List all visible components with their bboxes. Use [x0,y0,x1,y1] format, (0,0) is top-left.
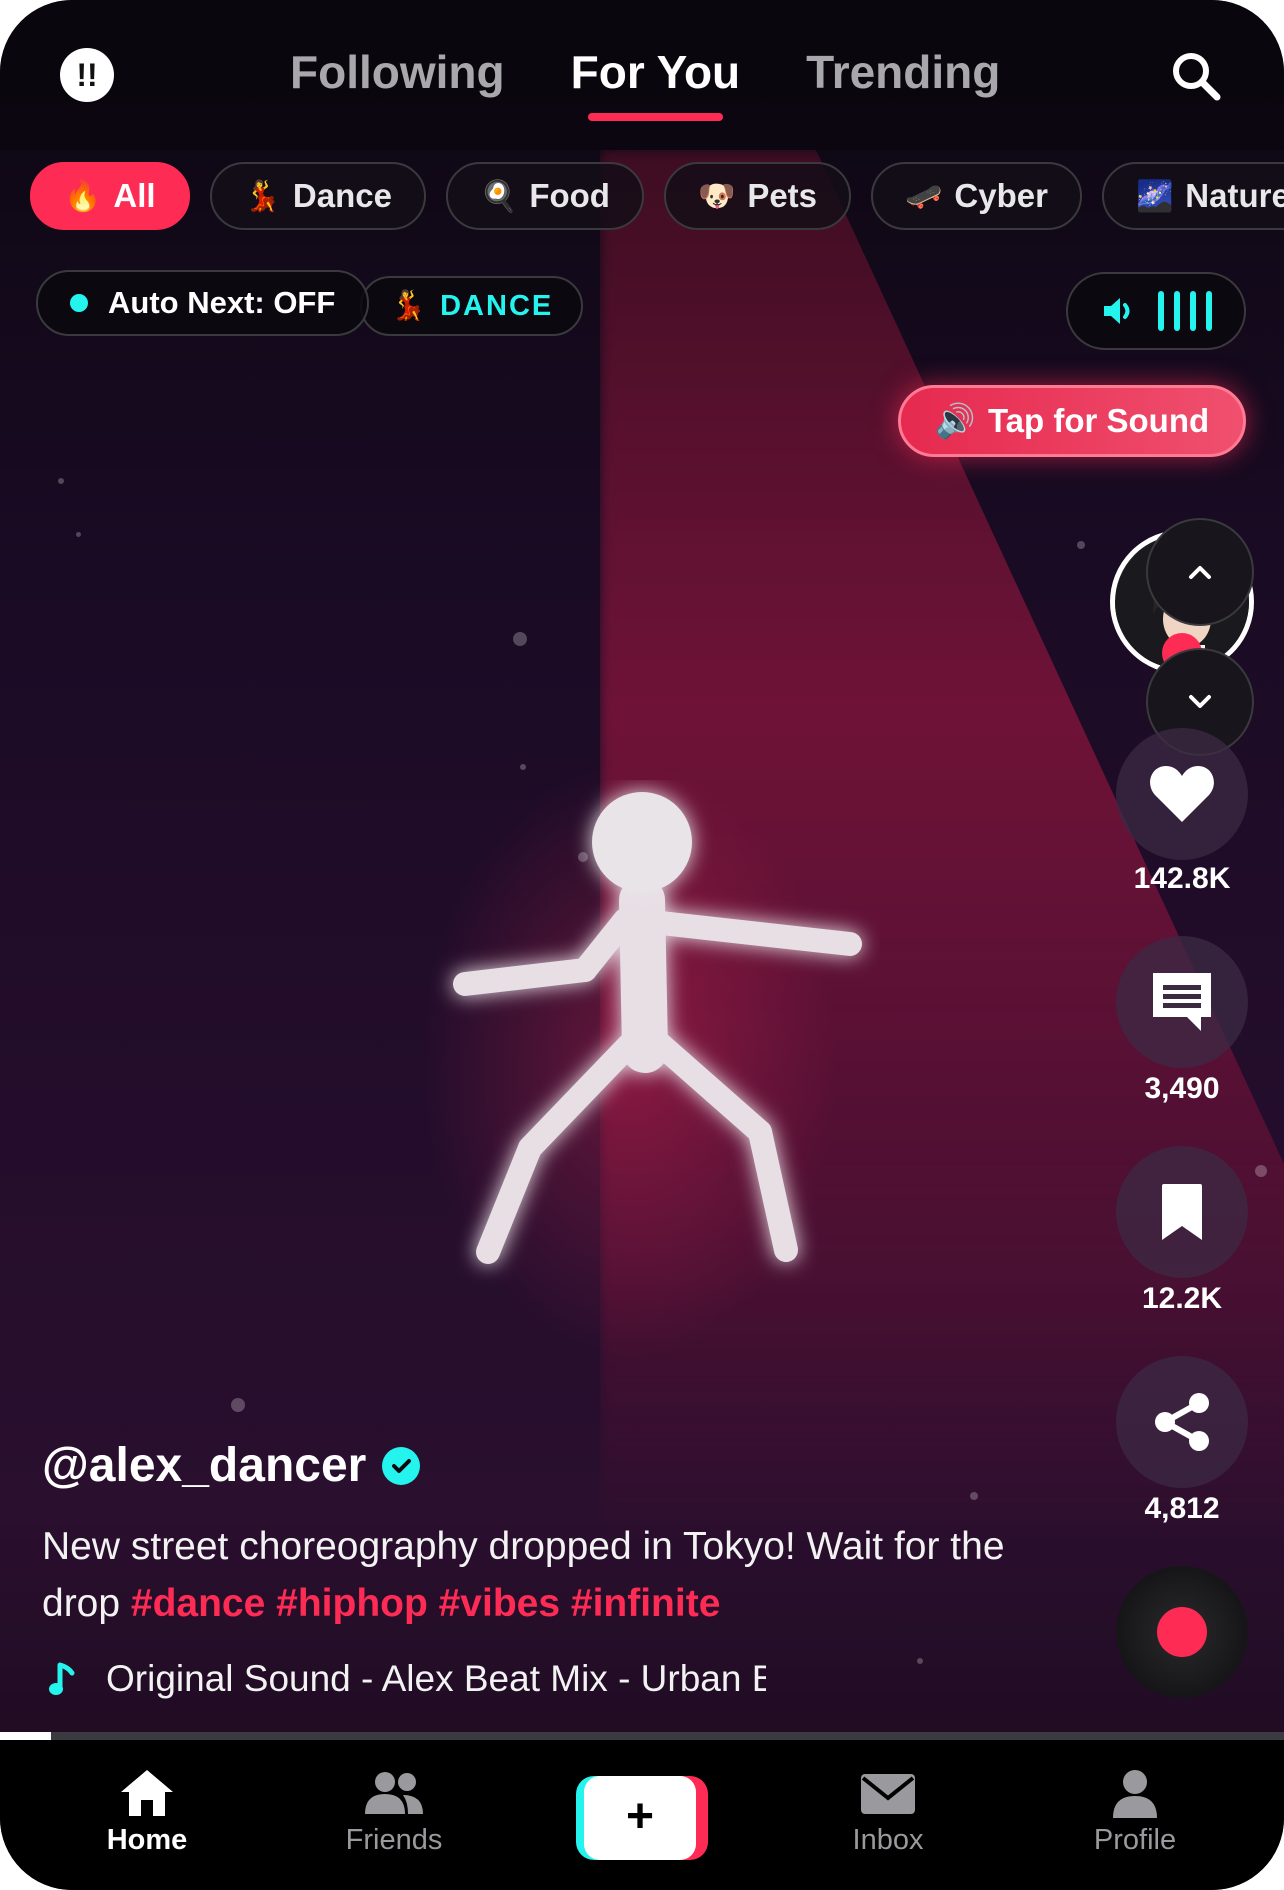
genre-label: DANCE [440,289,554,322]
dog-face-icon: 🐶 [697,179,736,213]
app-logo[interactable]: !! [60,48,114,102]
music-note-icon [49,1662,75,1695]
heart-icon [1150,766,1214,822]
shares-count: 4,812 [1144,1492,1220,1525]
sound-disc-button[interactable] [1116,1566,1248,1698]
tap-for-sound-button[interactable]: 🔊 Tap for Sound [898,385,1246,457]
chevron-up-icon [1189,566,1211,579]
skateboard-icon: 🛹 [905,179,943,213]
inbox-icon [861,1774,915,1814]
friends-icon [365,1772,423,1814]
particle [1077,541,1085,549]
galaxy-icon: 🌌 [1135,179,1174,213]
nav-profile[interactable]: Profile [1035,1768,1235,1857]
caption-hashtags[interactable]: #dance #hiphop #vibes #infinite [131,1582,720,1625]
dancer-icon: 💃 [390,290,429,322]
nav-inbox[interactable]: Inbox [788,1768,988,1857]
speaker-icon [1104,298,1130,324]
tab-for-you[interactable]: For You [571,45,740,121]
bookmark-icon [1162,1184,1202,1240]
nav-inbox-label: Inbox [852,1824,924,1856]
particle [970,1492,978,1500]
particle [58,478,64,484]
likes-count: 142.8K [1133,862,1231,895]
chip-label: Dance [292,177,392,214]
bookmark-button[interactable] [1116,1146,1248,1278]
chip-cyber[interactable]: 🛹 Cyber [871,162,1082,230]
nav-friends[interactable]: Friends [294,1768,494,1857]
particle [231,1398,245,1412]
record-disc-icon [1157,1607,1207,1657]
chip-label: Pets [747,177,818,214]
video-caption: New street choreography dropped in Tokyo… [42,1518,1022,1632]
volume-control[interactable] [1066,272,1246,350]
comments-count: 3,490 [1144,1072,1220,1105]
creator-username-row[interactable]: @alex_dancer [42,1438,421,1493]
status-dot-icon [70,294,88,312]
top-bar: !! Following For You Trending [0,0,1284,150]
sound-title: Original Sound - Alex Beat Mix - Urban B… [106,1658,766,1699]
comment-icon [1153,973,1211,1031]
dancer-icon: 💃 [243,179,281,213]
feed-tabs: Following For You Trending [290,45,1000,121]
create-button[interactable]: + [576,1776,708,1860]
chip-label: Food [529,177,610,214]
home-icon [121,1770,173,1816]
genre-badge: 💃 DANCE [360,276,584,336]
chip-nature[interactable]: 🌌 Nature [1101,162,1284,230]
bottom-nav: Home Friends + Inbox Profile [0,1740,1284,1890]
chip-pets[interactable]: 🐶 Pets [663,162,852,230]
frying-pan-icon: 🍳 [479,179,518,213]
video-progress-fill [0,1732,52,1740]
like-button[interactable] [1116,728,1248,860]
fire-icon: 🔥 [64,179,102,213]
particle [917,1658,923,1664]
tab-trending[interactable]: Trending [806,45,1000,99]
chip-label: All [113,177,156,214]
nav-profile-label: Profile [1093,1824,1177,1856]
chip-label: Cyber [954,177,1048,214]
share-icon [1155,1393,1209,1451]
volume-level-bars [1158,291,1212,331]
username: @alex_dancer [42,1439,367,1492]
auto-next-label: Auto Next: OFF [108,285,336,320]
comment-button[interactable] [1116,936,1248,1068]
search-icon[interactable] [1170,50,1222,102]
sound-row[interactable]: Original Sound - Alex Beat Mix - Urban B… [48,1658,766,1700]
video-progress-bar[interactable] [0,1732,1284,1740]
particle [520,764,526,770]
nav-home-label: Home [106,1824,188,1856]
auto-next-toggle[interactable]: Auto Next: OFF [36,270,370,336]
share-button[interactable] [1116,1356,1248,1488]
nav-home[interactable]: Home [47,1768,247,1857]
chip-label: Nature [1185,177,1284,214]
speaker-icon: 🔊 [934,401,976,439]
plus-icon: + [584,1776,696,1860]
chip-food[interactable]: 🍳 Food [445,162,644,230]
previous-video-button[interactable] [1146,518,1254,626]
tab-following[interactable]: Following [290,45,505,99]
particle [76,532,81,537]
profile-icon [1113,1770,1157,1818]
bookmarks-count: 12.2K [1141,1282,1223,1315]
chevron-down-icon [1189,695,1211,708]
dancer-figure [453,792,862,1264]
nav-friends-label: Friends [345,1824,443,1856]
tap-for-sound-label: Tap for Sound [987,402,1210,439]
particle [513,632,527,646]
chip-dance[interactable]: 💃 Dance [209,162,426,230]
verified-check-icon [382,1446,421,1485]
phone-screen: !! Following For You Trending 🔥 All 💃 Danc… [0,0,1284,1890]
particle [1255,1165,1267,1177]
chip-all[interactable]: 🔥 All [30,162,190,230]
category-chips: 🔥 All 💃 Dance 🍳 Food 🐶 Pets 🛹 Cyber 🌌 Nature [30,162,1284,230]
